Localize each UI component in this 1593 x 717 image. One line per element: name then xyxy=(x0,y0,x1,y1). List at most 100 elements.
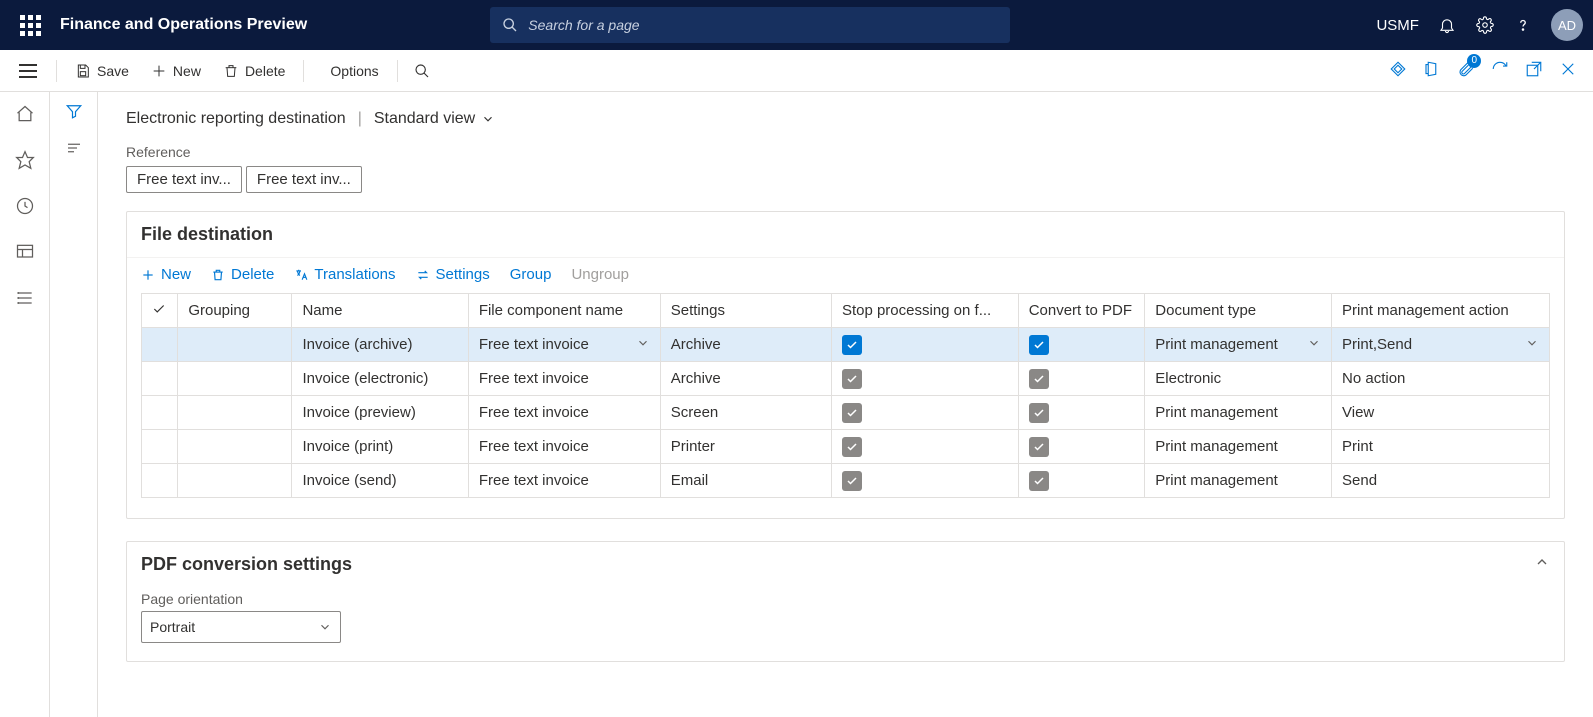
checkbox-stop[interactable] xyxy=(842,471,862,491)
legal-entity[interactable]: USMF xyxy=(1376,17,1419,34)
cell-convert xyxy=(1018,396,1145,430)
table-row[interactable]: Invoice (archive)Free text invoiceArchiv… xyxy=(142,328,1550,362)
checkbox-convert[interactable] xyxy=(1029,335,1049,355)
home-icon[interactable] xyxy=(9,98,41,130)
find-button[interactable] xyxy=(406,57,438,85)
cell-stop xyxy=(831,464,1018,498)
col-stop[interactable]: Stop processing on f... xyxy=(831,294,1018,328)
grid-delete-button[interactable]: Delete xyxy=(211,266,274,283)
cell-settings: Archive xyxy=(660,362,831,396)
file-destination-title: File destination xyxy=(141,224,273,245)
trash-icon xyxy=(211,268,225,282)
save-button[interactable]: Save xyxy=(65,57,139,85)
filter-rail xyxy=(50,92,98,717)
chevron-down-icon xyxy=(318,620,332,634)
star-icon[interactable] xyxy=(9,144,41,176)
cell-settings: Email xyxy=(660,464,831,498)
filter-icon[interactable] xyxy=(65,102,83,123)
action-bar: Save New Delete Options 0 xyxy=(0,50,1593,92)
user-avatar[interactable]: AD xyxy=(1551,9,1583,41)
workspace-icon[interactable] xyxy=(9,236,41,268)
cell-printact: Send xyxy=(1332,464,1550,498)
grid-settings-button[interactable]: Settings xyxy=(416,266,490,283)
close-icon[interactable] xyxy=(1559,60,1577,81)
table-row[interactable]: Invoice (preview)Free text invoiceScreen… xyxy=(142,396,1550,430)
cell-name: Invoice (archive) xyxy=(292,328,468,362)
plus-icon xyxy=(151,63,167,79)
col-doctype[interactable]: Document type xyxy=(1145,294,1332,328)
file-destination-grid: Grouping Name File component name Settin… xyxy=(141,293,1550,498)
col-file[interactable]: File component name xyxy=(468,294,660,328)
col-select-all[interactable] xyxy=(142,294,178,328)
cell-doctype: Print management xyxy=(1145,430,1332,464)
cell-printact: No action xyxy=(1332,362,1550,396)
related-icon[interactable] xyxy=(65,139,83,160)
checkbox-convert[interactable] xyxy=(1029,403,1049,423)
popout-icon[interactable] xyxy=(1525,60,1543,81)
grid-ungroup-button: Ungroup xyxy=(571,266,629,283)
checkbox-convert[interactable] xyxy=(1029,437,1049,457)
grid-new-button[interactable]: New xyxy=(141,266,191,283)
checkbox-convert[interactable] xyxy=(1029,369,1049,389)
reference-pill-1[interactable]: Free text inv... xyxy=(126,166,242,193)
col-printact[interactable]: Print management action xyxy=(1332,294,1550,328)
gear-icon[interactable] xyxy=(1475,15,1495,35)
view-selector[interactable]: Standard view xyxy=(374,110,495,128)
app-launcher-icon[interactable] xyxy=(10,5,50,45)
global-nav-toggle[interactable] xyxy=(8,64,48,78)
table-row[interactable]: Invoice (electronic)Free text invoiceArc… xyxy=(142,362,1550,396)
cell-settings: Archive xyxy=(660,328,831,362)
cell-doctype: Print management xyxy=(1145,328,1332,362)
plus-icon xyxy=(141,268,155,282)
cell-printact: View xyxy=(1332,396,1550,430)
chevron-down-icon xyxy=(481,112,495,126)
cell-file: Free text invoice xyxy=(468,430,660,464)
col-name[interactable]: Name xyxy=(292,294,468,328)
office-icon[interactable] xyxy=(1423,60,1441,81)
cell-name: Invoice (send) xyxy=(292,464,468,498)
diamond-icon[interactable] xyxy=(1389,60,1407,81)
cell-printact: Print,Send xyxy=(1332,328,1550,362)
recent-icon[interactable] xyxy=(9,190,41,222)
checkbox-stop[interactable] xyxy=(842,437,862,457)
attachments-icon[interactable]: 0 xyxy=(1457,60,1475,81)
table-row[interactable]: Invoice (send)Free text invoiceEmailPrin… xyxy=(142,464,1550,498)
col-convert[interactable]: Convert to PDF xyxy=(1018,294,1145,328)
help-icon[interactable] xyxy=(1513,15,1533,35)
check-icon xyxy=(152,302,166,316)
cell-stop xyxy=(831,396,1018,430)
cell-settings: Screen xyxy=(660,396,831,430)
cell-file: Free text invoice xyxy=(468,396,660,430)
search-icon xyxy=(414,63,430,79)
cell-doctype: Print management xyxy=(1145,396,1332,430)
col-settings[interactable]: Settings xyxy=(660,294,831,328)
checkbox-stop[interactable] xyxy=(842,403,862,423)
modules-icon[interactable] xyxy=(9,282,41,314)
cell-convert xyxy=(1018,362,1145,396)
cell-file: Free text invoice xyxy=(468,362,660,396)
page-content: Electronic reporting destination | Stand… xyxy=(98,92,1593,717)
grid-group-button[interactable]: Group xyxy=(510,266,552,283)
reference-label: Reference xyxy=(126,144,1565,160)
new-button[interactable]: New xyxy=(141,57,211,85)
checkbox-stop[interactable] xyxy=(842,335,862,355)
cell-file: Free text invoice xyxy=(468,464,660,498)
translate-icon xyxy=(294,268,308,282)
page-orientation-select[interactable]: Portrait xyxy=(141,611,341,643)
options-button[interactable]: Options xyxy=(320,57,388,85)
bell-icon[interactable] xyxy=(1437,15,1457,35)
table-row[interactable]: Invoice (print)Free text invoicePrinterP… xyxy=(142,430,1550,464)
grid-translations-button[interactable]: Translations xyxy=(294,266,395,283)
col-grouping[interactable]: Grouping xyxy=(178,294,292,328)
checkbox-convert[interactable] xyxy=(1029,471,1049,491)
reference-pill-2[interactable]: Free text inv... xyxy=(246,166,362,193)
collapse-icon[interactable] xyxy=(1534,554,1550,575)
global-search-input[interactable]: Search for a page xyxy=(490,7,1010,43)
checkbox-stop[interactable] xyxy=(842,369,862,389)
nav-rail xyxy=(0,92,50,717)
search-placeholder: Search for a page xyxy=(528,17,639,33)
save-icon xyxy=(75,63,91,79)
cell-doctype: Electronic xyxy=(1145,362,1332,396)
refresh-icon[interactable] xyxy=(1491,60,1509,81)
delete-button[interactable]: Delete xyxy=(213,57,295,85)
